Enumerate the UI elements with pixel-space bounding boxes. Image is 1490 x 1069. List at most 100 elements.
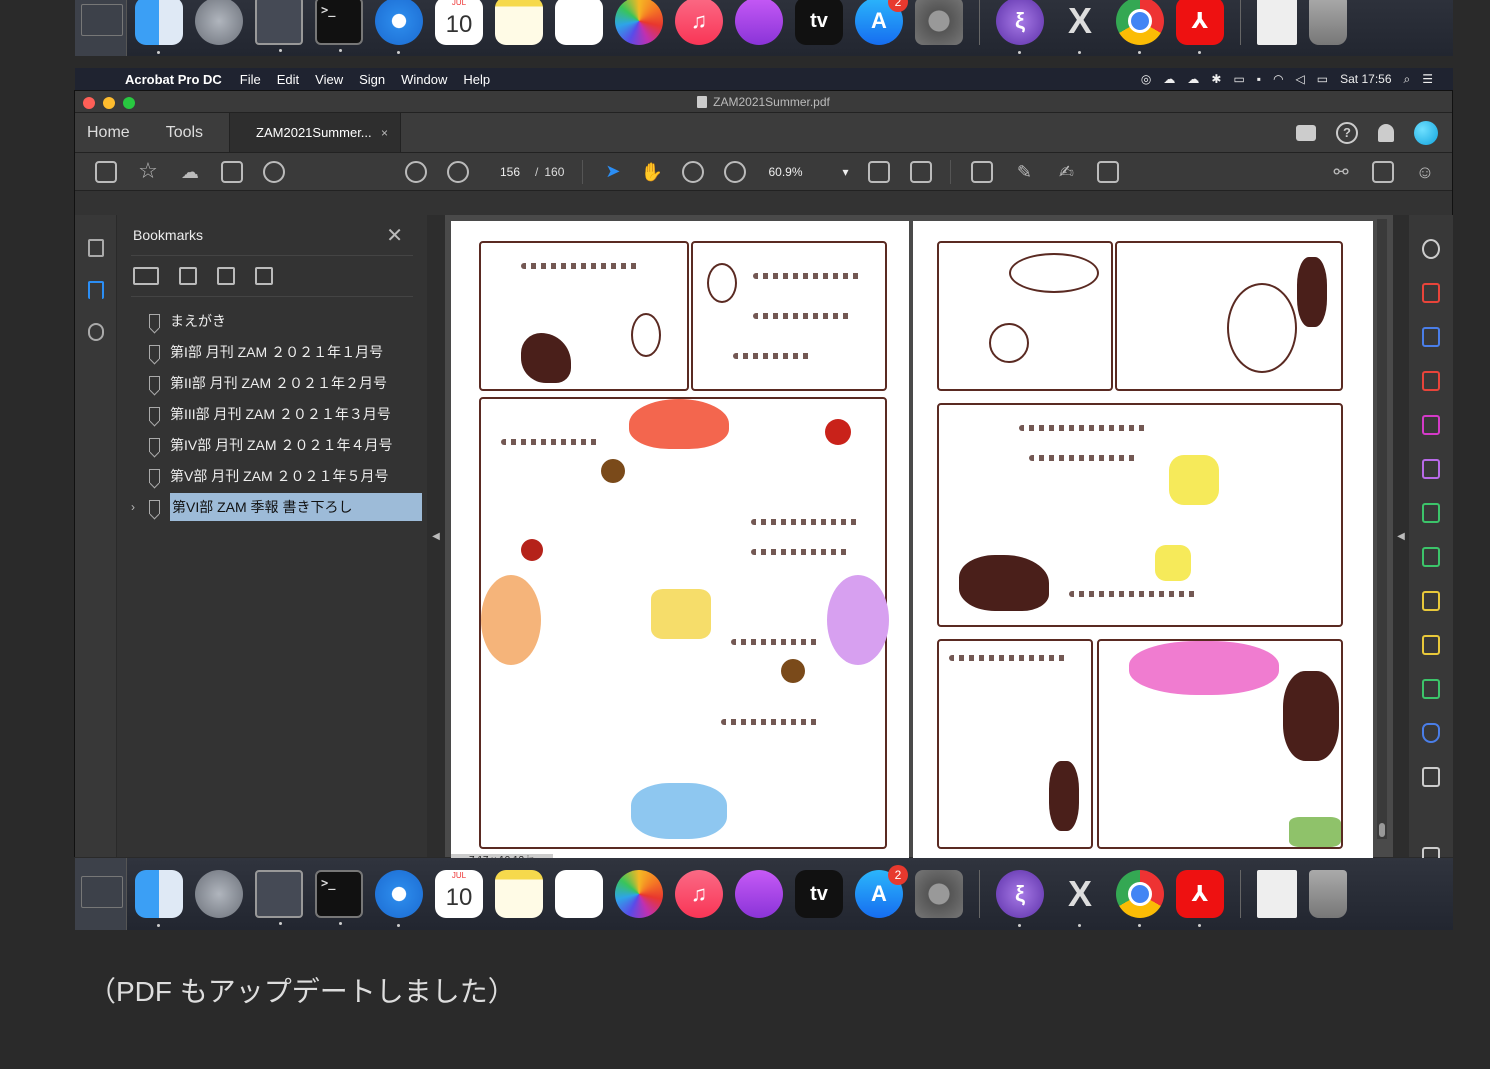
trash-icon[interactable]: [1309, 0, 1347, 45]
app-store-icon[interactable]: A2: [855, 0, 908, 45]
zoom-level-dropdown[interactable]: 60.9% ▾: [768, 165, 848, 179]
input-source-flag-icon[interactable]: ▪: [1257, 72, 1261, 86]
menu-sign[interactable]: Sign: [359, 72, 385, 87]
document-stack-icon[interactable]: [1257, 0, 1297, 45]
music-icon[interactable]: ♫: [675, 870, 723, 918]
spotlight-search-icon[interactable]: ⌕: [1404, 72, 1411, 87]
notifications-bell-icon[interactable]: [1378, 123, 1394, 142]
new-bookmark-icon[interactable]: [217, 267, 235, 285]
bookmarks-icon[interactable]: [87, 281, 104, 299]
activity-monitor-icon[interactable]: [255, 0, 303, 52]
acrobat-icon[interactable]: ⅄: [1176, 0, 1224, 54]
podcasts-icon[interactable]: [735, 870, 783, 918]
photos-icon[interactable]: [615, 0, 663, 45]
system-preferences-icon[interactable]: [915, 0, 963, 45]
send-for-signature-icon[interactable]: [1422, 503, 1440, 523]
podcasts-icon[interactable]: [735, 0, 783, 45]
acrobat-icon[interactable]: ⅄: [1176, 870, 1224, 927]
notes-icon[interactable]: [495, 870, 543, 918]
chrome-icon[interactable]: [1116, 870, 1164, 927]
safari-icon[interactable]: [375, 0, 423, 54]
finder-icon[interactable]: [135, 0, 183, 54]
cloud-sync-icon[interactable]: ☁: [1163, 72, 1175, 86]
menu-window[interactable]: Window: [401, 72, 447, 87]
chrome-icon[interactable]: [1116, 0, 1164, 54]
bookmark-item[interactable]: 第II部 月刊 ZAM ２０２１年２月号: [131, 367, 427, 398]
trash-icon[interactable]: [1309, 870, 1347, 918]
cloud-upload-icon[interactable]: ☁: [179, 161, 201, 183]
terminal-icon[interactable]: >_: [315, 870, 363, 925]
combine-files-icon[interactable]: [1422, 327, 1440, 347]
emacs-icon[interactable]: ξ: [996, 870, 1044, 927]
app-store-icon[interactable]: A2: [855, 865, 908, 918]
photos-icon[interactable]: [615, 870, 663, 918]
page-thumbnails-icon[interactable]: [87, 239, 104, 257]
email-icon[interactable]: [1372, 160, 1394, 183]
x11-icon[interactable]: X: [1056, 870, 1104, 927]
help-icon[interactable]: ?: [1336, 121, 1358, 144]
print-icon[interactable]: [221, 160, 243, 183]
volume-icon[interactable]: ◁: [1296, 72, 1305, 86]
bookmark-options-menu-icon[interactable]: [133, 267, 159, 285]
comment-tool-icon[interactable]: [1422, 635, 1440, 655]
highlight-pen-icon[interactable]: ✎: [1013, 161, 1035, 183]
reminders-icon[interactable]: [555, 0, 603, 45]
zoom-out-icon[interactable]: [682, 160, 705, 183]
dock-document-stack[interactable]: [75, 858, 127, 930]
add-user-icon[interactable]: ☺: [1414, 161, 1436, 183]
fill-sign-icon[interactable]: [1422, 459, 1440, 479]
delete-bookmark-icon[interactable]: [179, 267, 197, 285]
compare-files-icon[interactable]: [1422, 547, 1440, 567]
notification-center-icon[interactable]: ☰: [1422, 72, 1433, 86]
menu-help[interactable]: Help: [463, 72, 490, 87]
finder-icon[interactable]: [135, 870, 183, 927]
vertical-scrollbar[interactable]: [1377, 219, 1387, 839]
scroll-mode-icon[interactable]: [910, 160, 933, 183]
tab-document[interactable]: ZAM2021Summer... ×: [229, 113, 402, 152]
music-icon[interactable]: ♫: [675, 0, 723, 45]
scrollbar-thumb[interactable]: [1379, 823, 1385, 837]
apple-tv-icon[interactable]: tv: [795, 0, 843, 45]
export-pdf-icon[interactable]: [1422, 415, 1440, 435]
close-bookmarks-icon[interactable]: ✕: [386, 223, 403, 248]
save-icon[interactable]: [95, 160, 117, 183]
keyboard-icon[interactable]: ▭: [1233, 72, 1244, 86]
launchpad-icon[interactable]: [195, 0, 243, 45]
comment-icon[interactable]: [971, 160, 994, 183]
find-zoom-icon[interactable]: [263, 160, 285, 183]
bookmark-item[interactable]: 第III部 月刊 ZAM ２０２１年３月号: [131, 398, 427, 429]
bookmark-item-selected[interactable]: › 第VI部 ZAM 季報 書き下ろし: [131, 491, 427, 522]
document-viewport[interactable]: 7.17 x 10.12 in: [445, 215, 1393, 867]
bookmark-star-icon[interactable]: ☆: [137, 159, 159, 183]
menu-edit[interactable]: Edit: [277, 72, 299, 87]
find-bookmark-icon[interactable]: [255, 267, 273, 285]
document-stack-icon[interactable]: [1257, 870, 1297, 918]
collapse-left-panel-handle[interactable]: ◀: [427, 215, 445, 857]
protect-shield-icon[interactable]: [1422, 723, 1440, 743]
bookmark-item[interactable]: まえがき: [131, 305, 427, 336]
system-preferences-icon[interactable]: [915, 870, 963, 918]
bookmark-item[interactable]: 第V部 月刊 ZAM ２０２１年５月号: [131, 460, 427, 491]
menu-view[interactable]: View: [315, 72, 343, 87]
page-number-input[interactable]: 156: [491, 165, 529, 179]
user-avatar[interactable]: [1414, 120, 1438, 145]
close-window-button[interactable]: [83, 97, 95, 109]
apple-tv-icon[interactable]: tv: [795, 870, 843, 918]
bookmark-item[interactable]: 第IV部 月刊 ZAM ２０２１年４月号: [131, 429, 427, 460]
safari-icon[interactable]: [375, 870, 423, 927]
battery-icon[interactable]: ▭: [1317, 72, 1328, 86]
menu-file[interactable]: File: [240, 72, 261, 87]
create-pdf-icon[interactable]: [1422, 283, 1440, 303]
notes-icon[interactable]: [495, 0, 543, 45]
page-display-icon[interactable]: [868, 160, 891, 183]
close-tab-icon[interactable]: ×: [381, 126, 388, 140]
terminal-icon[interactable]: >_: [315, 0, 363, 52]
creative-cloud-icon[interactable]: ◎: [1141, 72, 1151, 86]
clock[interactable]: Sat 17:56: [1340, 72, 1391, 86]
x11-icon[interactable]: X: [1056, 0, 1104, 54]
edit-tag-icon[interactable]: [1097, 160, 1120, 183]
bookmark-item[interactable]: 第I部 月刊 ZAM ２０２１年１月号: [131, 336, 427, 367]
sign-icon[interactable]: ✍: [1055, 161, 1077, 183]
hand-tool-icon[interactable]: ✋: [640, 161, 662, 183]
calendar-icon[interactable]: JUL 10: [435, 870, 483, 918]
